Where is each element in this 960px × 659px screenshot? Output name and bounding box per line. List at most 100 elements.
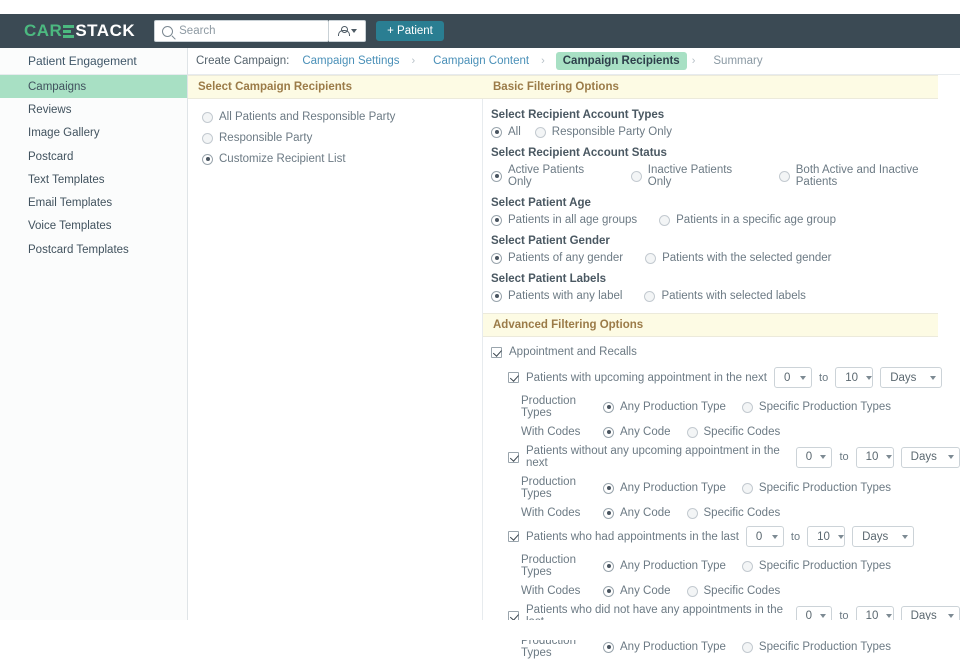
radio-selected-icon bbox=[603, 483, 614, 494]
group-title-patient-gender: Select Patient Gender bbox=[491, 235, 960, 247]
dropdown-value: 0 bbox=[806, 451, 812, 463]
code-option-any[interactable]: Any Code bbox=[603, 507, 671, 519]
account-status-option-active-only[interactable]: Active Patients Only bbox=[491, 164, 609, 188]
range-to-label: to bbox=[791, 531, 800, 543]
option-label: All bbox=[508, 126, 521, 138]
option-label: Patients of any gender bbox=[508, 252, 623, 264]
option-label: Patients in all age groups bbox=[508, 214, 637, 226]
production-type-option-any[interactable]: Any Production Type bbox=[603, 401, 726, 413]
filter-row-had-appointments[interactable]: Patients who had appointments in the las… bbox=[508, 526, 960, 547]
dropdown-value: Days bbox=[890, 372, 916, 384]
filter-from-dropdown[interactable]: 0 bbox=[796, 447, 833, 468]
patient-gender-option-any[interactable]: Patients of any gender bbox=[491, 252, 623, 264]
production-type-option-specific[interactable]: Specific Production Types bbox=[742, 482, 891, 494]
radio-icon bbox=[742, 402, 753, 413]
with-codes-caption: With Codes bbox=[521, 585, 603, 597]
production-types-caption: Production Types bbox=[521, 476, 603, 500]
production-types-caption: Production Types bbox=[521, 395, 603, 419]
account-type-option-all[interactable]: All bbox=[491, 126, 521, 138]
radio-selected-icon bbox=[603, 402, 614, 413]
filter-until-dropdown[interactable]: 10 bbox=[807, 526, 845, 547]
group-title-account-types: Select Recipient Account Types bbox=[491, 109, 960, 121]
production-type-option-any[interactable]: Any Production Type bbox=[603, 560, 726, 572]
filter-unit-dropdown[interactable]: Days bbox=[901, 447, 960, 468]
option-label: Both Active and Inactive Patients bbox=[796, 164, 960, 188]
sidebar-item-text-templates[interactable]: Text Templates bbox=[0, 168, 187, 191]
filter-unit-dropdown[interactable]: Days bbox=[880, 367, 942, 388]
radio-icon bbox=[779, 171, 790, 182]
sidebar-item-postcard[interactable]: Postcard bbox=[0, 145, 187, 168]
code-option-specific[interactable]: Specific Codes bbox=[687, 507, 781, 519]
radio-icon bbox=[659, 215, 670, 226]
breadcrumb-step-campaign-settings[interactable]: Campaign Settings bbox=[295, 52, 406, 70]
filtering-options-panel: Basic Filtering Options Select Recipient… bbox=[483, 75, 960, 620]
filter-unit-dropdown[interactable]: Days bbox=[852, 526, 914, 547]
carestack-logo[interactable]: CAR STACK bbox=[24, 21, 135, 41]
patient-gender-option-selected[interactable]: Patients with the selected gender bbox=[645, 252, 831, 264]
group-title-patient-labels: Select Patient Labels bbox=[491, 273, 960, 285]
radio-icon bbox=[202, 133, 213, 144]
radio-selected-icon bbox=[202, 154, 213, 165]
range-to-label: to bbox=[819, 372, 828, 384]
sidebar-item-label: Voice Templates bbox=[28, 220, 112, 232]
production-type-option-specific[interactable]: Specific Production Types bbox=[742, 641, 891, 653]
radio-selected-icon bbox=[603, 561, 614, 572]
option-label: Active Patients Only bbox=[508, 164, 609, 188]
production-type-option-any[interactable]: Any Production Type bbox=[603, 641, 726, 653]
chevron-right-icon: › bbox=[692, 55, 696, 67]
recipient-option-customize-recipient-list[interactable]: Customize Recipient List bbox=[202, 153, 482, 165]
select-campaign-recipients-panel: Select Campaign Recipients All Patients … bbox=[188, 75, 483, 620]
sidebar-item-email-templates[interactable]: Email Templates bbox=[0, 191, 187, 214]
filter-from-dropdown[interactable]: 0 bbox=[746, 526, 784, 547]
production-types-row: Production Types Any Production Type Spe… bbox=[521, 395, 960, 419]
recipient-option-responsible-party[interactable]: Responsible Party bbox=[202, 132, 482, 144]
group-title-patient-age: Select Patient Age bbox=[491, 197, 960, 209]
patient-labels-option-any[interactable]: Patients with any label bbox=[491, 290, 622, 302]
breadcrumb-step-campaign-content[interactable]: Campaign Content bbox=[426, 52, 536, 70]
recipient-option-label: All Patients and Responsible Party bbox=[219, 111, 395, 123]
sidebar-item-voice-templates[interactable]: Voice Templates bbox=[0, 215, 187, 238]
chevron-down-icon bbox=[351, 29, 357, 33]
filter-until-dropdown[interactable]: 10 bbox=[856, 447, 894, 468]
chevron-down-icon bbox=[772, 535, 778, 539]
breadcrumb-step-summary[interactable]: Summary bbox=[706, 52, 769, 70]
code-option-specific[interactable]: Specific Codes bbox=[687, 426, 781, 438]
account-status-option-both[interactable]: Both Active and Inactive Patients bbox=[779, 164, 960, 188]
chevron-right-icon: › bbox=[412, 55, 416, 67]
chevron-down-icon bbox=[948, 614, 954, 618]
code-option-specific[interactable]: Specific Codes bbox=[687, 585, 781, 597]
add-patient-button[interactable]: + Patient bbox=[376, 21, 444, 41]
filter-row-without-upcoming-appointment[interactable]: Patients without any upcoming appointmen… bbox=[508, 445, 960, 469]
option-label: Patients in a specific age group bbox=[676, 214, 836, 226]
account-type-option-responsible-party-only[interactable]: Responsible Party Only bbox=[535, 126, 672, 138]
filter-row-upcoming-appointment[interactable]: Patients with upcoming appointment in th… bbox=[508, 367, 960, 388]
radio-selected-icon bbox=[491, 253, 502, 264]
patient-age-option-specific-group[interactable]: Patients in a specific age group bbox=[659, 214, 836, 226]
option-label: Any Code bbox=[620, 507, 671, 519]
production-types-row: Production Types Any Production Type Spe… bbox=[521, 476, 960, 500]
user-menu-button[interactable] bbox=[329, 20, 366, 42]
filter-until-dropdown[interactable]: 10 bbox=[835, 367, 873, 388]
breadcrumb-step-campaign-recipients[interactable]: Campaign Recipients bbox=[556, 52, 687, 70]
sidebar-item-reviews[interactable]: Reviews bbox=[0, 98, 187, 121]
patient-labels-option-selected[interactable]: Patients with selected labels bbox=[644, 290, 805, 302]
search-input[interactable]: Search bbox=[154, 20, 329, 42]
page-footer-area bbox=[0, 620, 960, 640]
option-label: Any Code bbox=[620, 426, 671, 438]
patient-age-option-all-groups[interactable]: Patients in all age groups bbox=[491, 214, 637, 226]
filter-from-dropdown[interactable]: 0 bbox=[774, 367, 812, 388]
checkbox-checked-icon bbox=[508, 372, 519, 383]
production-type-option-specific[interactable]: Specific Production Types bbox=[742, 560, 891, 572]
code-option-any[interactable]: Any Code bbox=[603, 426, 671, 438]
sidebar-item-postcard-templates[interactable]: Postcard Templates bbox=[0, 238, 187, 261]
sidebar-item-campaigns[interactable]: Campaigns bbox=[0, 75, 187, 98]
recipient-option-all-patients-and-responsible-party[interactable]: All Patients and Responsible Party bbox=[202, 111, 482, 123]
production-type-option-any[interactable]: Any Production Type bbox=[603, 482, 726, 494]
account-status-option-inactive-only[interactable]: Inactive Patients Only bbox=[631, 164, 757, 188]
radio-icon bbox=[645, 253, 656, 264]
production-type-option-specific[interactable]: Specific Production Types bbox=[742, 401, 891, 413]
sidebar-item-image-gallery[interactable]: Image Gallery bbox=[0, 122, 187, 145]
advanced-filter-appointment-and-recalls[interactable]: Appointment and Recalls bbox=[491, 346, 960, 358]
code-option-any[interactable]: Any Code bbox=[603, 585, 671, 597]
radio-icon bbox=[687, 427, 698, 438]
